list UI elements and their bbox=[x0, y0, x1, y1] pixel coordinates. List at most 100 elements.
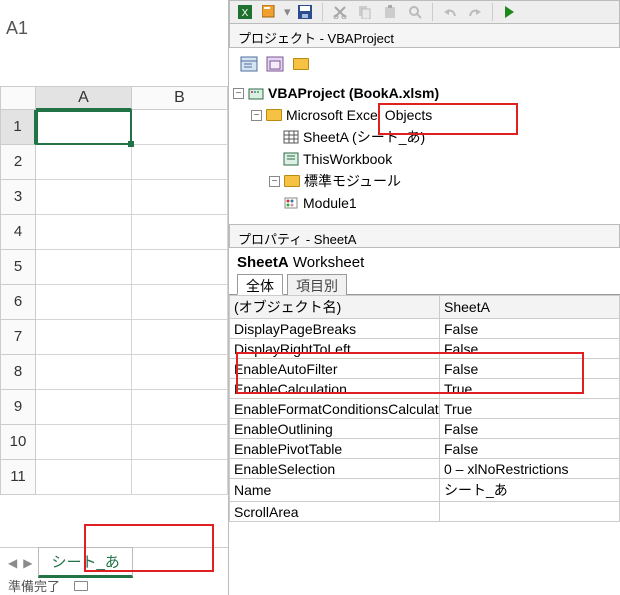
cell[interactable] bbox=[36, 215, 132, 250]
view-code-button[interactable] bbox=[237, 54, 261, 74]
prop-name[interactable]: EnableSelection bbox=[230, 459, 440, 479]
props-tab-categorized[interactable]: 項目別 bbox=[287, 274, 347, 295]
prop-name[interactable]: DisplayRightToLeft bbox=[230, 339, 440, 359]
collapse-icon[interactable]: − bbox=[233, 88, 244, 99]
cut-button[interactable] bbox=[329, 3, 351, 21]
col-header-b[interactable]: B bbox=[132, 86, 228, 110]
prop-value[interactable]: False bbox=[440, 359, 620, 379]
prop-value[interactable]: SheetA bbox=[440, 296, 620, 319]
row-header[interactable]: 8 bbox=[0, 355, 36, 390]
cell[interactable] bbox=[132, 390, 228, 425]
prop-name[interactable]: EnableFormatConditionsCalculation bbox=[230, 399, 440, 419]
run-button[interactable] bbox=[499, 3, 521, 21]
row-header[interactable]: 1 bbox=[0, 110, 36, 145]
row-header[interactable]: 10 bbox=[0, 425, 36, 460]
cell-a1[interactable] bbox=[36, 110, 132, 145]
collapse-icon[interactable]: − bbox=[251, 110, 262, 121]
prop-value[interactable]: True bbox=[440, 399, 620, 419]
prop-value[interactable]: False bbox=[440, 319, 620, 339]
prop-value[interactable]: False bbox=[440, 439, 620, 459]
copy-button[interactable] bbox=[354, 3, 376, 21]
cell[interactable] bbox=[36, 145, 132, 180]
name-box[interactable]: A1 bbox=[6, 18, 28, 39]
toggle-folders-button[interactable] bbox=[289, 54, 313, 74]
cell[interactable] bbox=[132, 180, 228, 215]
prop-value[interactable]: シート_あ bbox=[440, 479, 620, 502]
col-header-a[interactable]: A bbox=[36, 86, 132, 110]
folder-icon bbox=[284, 175, 300, 187]
props-tab-all[interactable]: 全体 bbox=[237, 274, 283, 295]
row-header[interactable]: 2 bbox=[0, 145, 36, 180]
cell[interactable] bbox=[36, 320, 132, 355]
save-button[interactable] bbox=[294, 3, 316, 21]
row-header[interactable]: 9 bbox=[0, 390, 36, 425]
undo-button[interactable] bbox=[439, 3, 461, 21]
insert-dropdown-button[interactable] bbox=[259, 3, 281, 21]
sheet-tabs-area: ◀ ▶ シート_あ bbox=[0, 547, 228, 577]
prop-value[interactable] bbox=[440, 502, 620, 522]
cell[interactable] bbox=[132, 285, 228, 320]
row-header[interactable]: 5 bbox=[0, 250, 36, 285]
prop-name[interactable]: Name bbox=[230, 479, 440, 502]
cell[interactable] bbox=[132, 250, 228, 285]
row-header[interactable]: 7 bbox=[0, 320, 36, 355]
prop-name[interactable]: EnableOutlining bbox=[230, 419, 440, 439]
view-object-button[interactable] bbox=[263, 54, 287, 74]
redo-button[interactable] bbox=[464, 3, 486, 21]
prop-value[interactable]: 0 – xlNoRestrictions bbox=[440, 459, 620, 479]
row-header[interactable]: 6 bbox=[0, 285, 36, 320]
paste-button[interactable] bbox=[379, 3, 401, 21]
prop-name[interactable]: EnableAutoFilter bbox=[230, 359, 440, 379]
cell[interactable] bbox=[36, 390, 132, 425]
cell[interactable] bbox=[36, 250, 132, 285]
macro-record-icon[interactable] bbox=[74, 581, 88, 591]
cell[interactable] bbox=[36, 460, 132, 495]
row-header[interactable]: 4 bbox=[0, 215, 36, 250]
folder-icon bbox=[293, 58, 309, 70]
tree-sheet-item[interactable]: SheetA (シート_あ) bbox=[233, 126, 616, 148]
prop-name[interactable]: ScrollArea bbox=[230, 502, 440, 522]
vbe-pane: X ▾ プロジェクト - VBAProject bbox=[228, 0, 620, 595]
sheet-tab-active[interactable]: シート_あ bbox=[38, 547, 132, 578]
cell[interactable] bbox=[36, 425, 132, 460]
tree-objects-folder[interactable]: − Microsoft Excel Objects bbox=[233, 104, 616, 126]
worksheet-icon bbox=[283, 130, 299, 144]
cell[interactable] bbox=[132, 145, 228, 180]
cell[interactable] bbox=[132, 215, 228, 250]
cell[interactable] bbox=[132, 425, 228, 460]
prop-name[interactable]: EnableCalculation bbox=[230, 379, 440, 399]
project-tree[interactable]: − VBAProject (BookA.xlsm) − Microsoft Ex… bbox=[229, 80, 620, 224]
prop-name[interactable]: EnablePivotTable bbox=[230, 439, 440, 459]
collapse-icon[interactable]: − bbox=[269, 176, 280, 187]
row-header[interactable]: 3 bbox=[0, 180, 36, 215]
prop-value[interactable]: True bbox=[440, 379, 620, 399]
cell[interactable] bbox=[36, 180, 132, 215]
row-header[interactable]: 11 bbox=[0, 460, 36, 495]
prop-name[interactable]: (オブジェクト名) bbox=[230, 296, 440, 319]
sheet-nav-prev-icon[interactable]: ◀ bbox=[8, 556, 17, 570]
tree-project-label: VBAProject (BookA.xlsm) bbox=[268, 82, 439, 104]
cell[interactable] bbox=[132, 320, 228, 355]
tree-thisworkbook-item[interactable]: ThisWorkbook bbox=[233, 148, 616, 170]
properties-grid[interactable]: (オブジェクト名)SheetA DisplayPageBreaksFalse D… bbox=[229, 295, 620, 522]
tree-folder-label: 標準モジュール bbox=[304, 170, 401, 192]
prop-value[interactable]: False bbox=[440, 339, 620, 359]
cell[interactable] bbox=[36, 355, 132, 390]
tree-folder-label: Microsoft Excel Objects bbox=[286, 104, 432, 126]
sheet-nav-next-icon[interactable]: ▶ bbox=[23, 556, 32, 570]
tree-project-root[interactable]: − VBAProject (BookA.xlsm) bbox=[233, 82, 616, 104]
cell[interactable] bbox=[132, 110, 228, 145]
find-button[interactable] bbox=[404, 3, 426, 21]
view-excel-button[interactable]: X bbox=[234, 3, 256, 21]
tree-modules-folder[interactable]: − 標準モジュール bbox=[233, 170, 616, 192]
status-text: 準備完了 bbox=[8, 576, 60, 595]
worksheet-grid: A B 1 2 3 4 5 6 7 8 9 10 11 bbox=[0, 86, 228, 495]
cell[interactable] bbox=[132, 355, 228, 390]
select-all-corner[interactable] bbox=[0, 86, 36, 110]
properties-object-selector[interactable]: SheetA Worksheet bbox=[229, 248, 620, 273]
prop-name[interactable]: DisplayPageBreaks bbox=[230, 319, 440, 339]
tree-module-item[interactable]: Module1 bbox=[233, 192, 616, 214]
prop-value[interactable]: False bbox=[440, 419, 620, 439]
cell[interactable] bbox=[132, 460, 228, 495]
cell[interactable] bbox=[36, 285, 132, 320]
